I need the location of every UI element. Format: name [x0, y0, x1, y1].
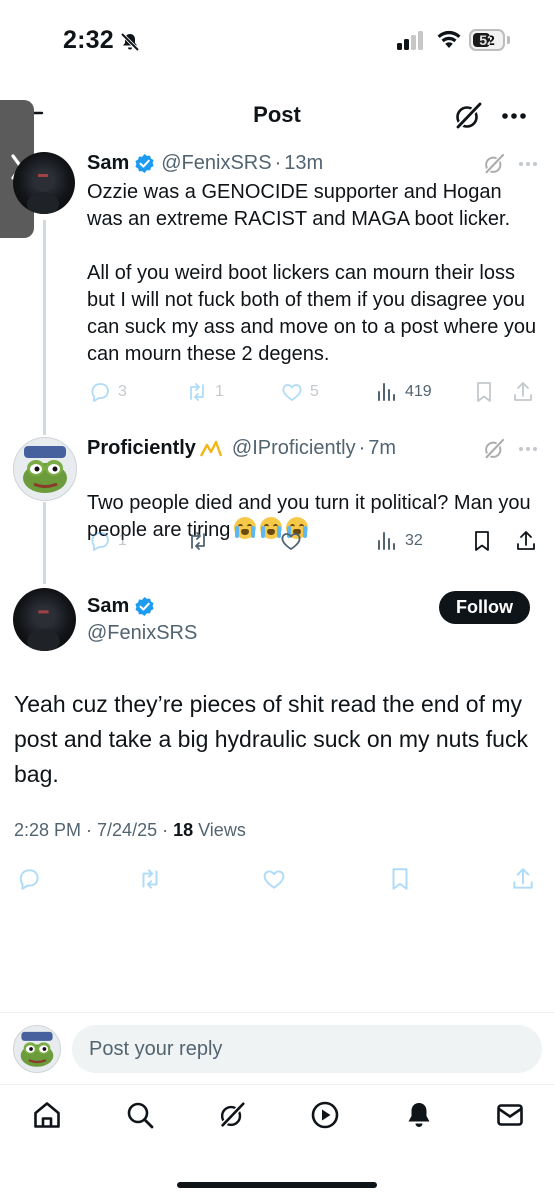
battery-icon: 52	[469, 29, 511, 51]
heart-icon	[282, 384, 302, 401]
repost-icon[interactable]	[186, 529, 210, 553]
share-icon[interactable]	[510, 866, 536, 892]
follow-button[interactable]: Follow	[439, 591, 530, 624]
post-time[interactable]: 13m	[284, 152, 323, 175]
views-count: 419	[405, 383, 432, 400]
repost-icon[interactable]	[137, 866, 163, 892]
avatar[interactable]	[13, 437, 77, 501]
post-text: Yeah cuz they’re pieces of shit read the…	[14, 691, 528, 787]
avatar[interactable]	[13, 152, 75, 214]
views-action[interactable]: 32	[375, 529, 423, 553]
crown-icon	[199, 440, 222, 457]
reply-count: 3	[118, 383, 127, 400]
timestamp[interactable]: 2:28 PM · 7/24/25 ·	[14, 820, 173, 840]
reply-icon[interactable]	[16, 866, 42, 892]
bottom-nav	[0, 1084, 554, 1200]
notifications-icon[interactable]	[404, 1100, 434, 1130]
status-bar: 2:32 52	[0, 0, 554, 88]
post-time[interactable]: 7m	[368, 437, 396, 460]
home-indicator	[177, 1182, 377, 1188]
views-icon	[378, 532, 395, 550]
post-meta: Sam	[87, 595, 161, 618]
bookmark-icon[interactable]	[472, 380, 496, 404]
share-icon[interactable]	[511, 380, 535, 404]
cellular-signal-icon	[397, 31, 423, 50]
views-count: 32	[405, 532, 423, 549]
like-action[interactable]: 5	[280, 380, 319, 404]
repost-action[interactable]: 1	[185, 380, 224, 404]
post-text: Ozzie was a GENOCIDE supporter and Hogan…	[87, 181, 537, 365]
grok-icon[interactable]	[482, 437, 506, 461]
grok-icon[interactable]	[452, 100, 484, 132]
more-options-icon[interactable]	[516, 437, 540, 461]
heart-icon[interactable]	[279, 529, 303, 553]
like-count: 5	[310, 383, 319, 400]
verified-badge-icon	[135, 153, 154, 174]
author-handle[interactable]: @IProficiently	[232, 437, 356, 460]
video-icon[interactable]	[310, 1100, 340, 1130]
avatar	[13, 1025, 61, 1073]
author-name[interactable]: Proficiently	[87, 437, 196, 460]
status-time: 2:32	[63, 26, 114, 54]
heart-icon[interactable]	[261, 866, 287, 892]
author-handle[interactable]: @FenixSRS	[87, 622, 197, 645]
grok-icon[interactable]	[217, 1100, 247, 1130]
views-label: Views	[193, 820, 246, 840]
reply-icon	[91, 532, 109, 551]
more-options-icon[interactable]	[498, 100, 530, 132]
post-meta: Proficiently @IProficiently · 7m	[87, 437, 397, 460]
bell-slash-icon	[120, 32, 140, 52]
bookmark-icon[interactable]	[470, 529, 494, 553]
views-action[interactable]: 419	[375, 380, 432, 404]
author-name[interactable]: Sam	[87, 152, 129, 175]
author-name[interactable]: Sam	[87, 595, 129, 618]
post-header-bar: Post	[0, 88, 554, 144]
more-options-icon[interactable]	[516, 152, 540, 176]
reply-icon	[91, 383, 109, 402]
post-timestamp: 2:28 PM · 7/24/25 · 18 Views	[14, 820, 246, 841]
loudly-crying-face-icon	[234, 517, 257, 539]
grok-icon[interactable]	[482, 152, 506, 176]
views-count: 18	[173, 820, 194, 840]
bookmark-icon[interactable]	[387, 866, 413, 892]
home-icon[interactable]	[32, 1100, 62, 1130]
reply-action[interactable]: 1	[88, 529, 127, 553]
battery-level: 52	[479, 32, 495, 48]
verified-badge-icon	[135, 596, 154, 617]
reply-count: 1	[118, 532, 127, 549]
search-icon[interactable]	[125, 1100, 155, 1130]
author-handle[interactable]: @FenixSRS	[161, 152, 271, 175]
repost-icon	[190, 383, 204, 401]
post-meta: Sam @FenixSRS · 13m	[87, 152, 324, 175]
messages-icon[interactable]	[495, 1100, 525, 1130]
reply-action[interactable]: 3	[88, 380, 127, 404]
avatar[interactable]	[13, 588, 76, 651]
reply-bar: Post your reply	[0, 1012, 554, 1084]
repost-count: 1	[215, 383, 224, 400]
wifi-icon	[437, 30, 461, 48]
thread-line	[43, 502, 46, 584]
views-icon	[378, 383, 395, 401]
share-icon[interactable]	[514, 529, 538, 553]
reply-input[interactable]: Post your reply	[72, 1025, 542, 1073]
thread-line	[43, 220, 46, 435]
